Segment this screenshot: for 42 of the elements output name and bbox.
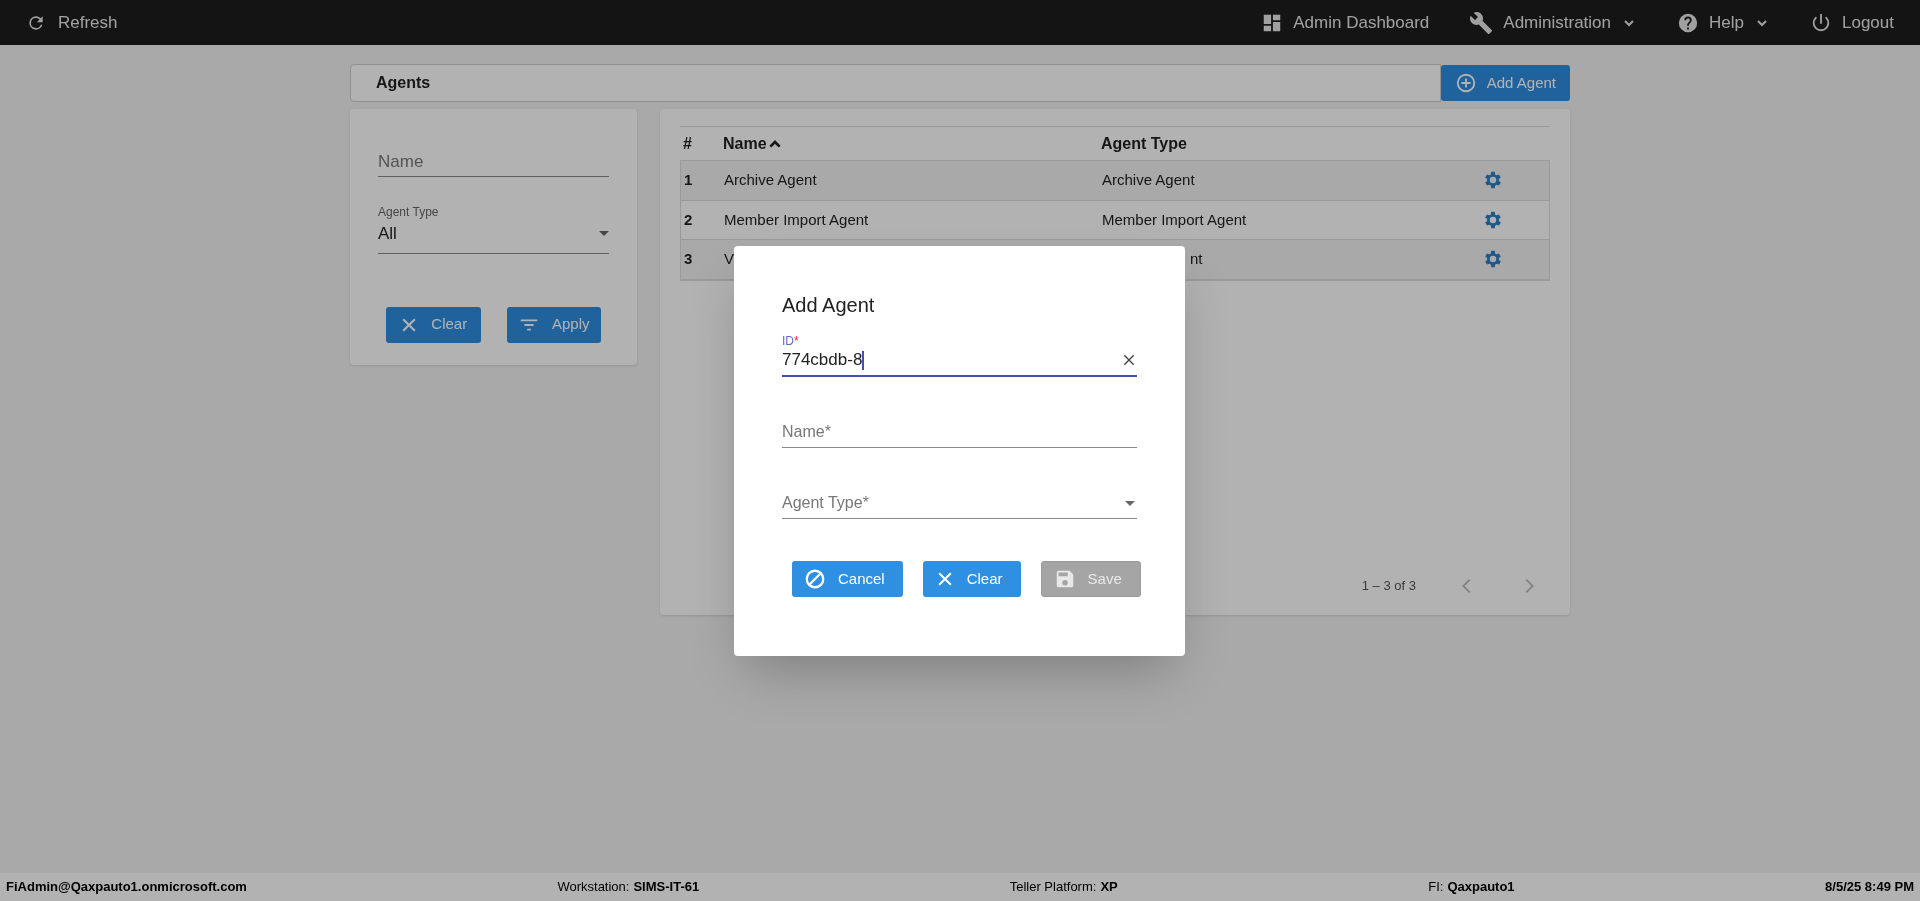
status-label: FI: xyxy=(1428,878,1444,897)
status-value: Qaxpauto1 xyxy=(1447,878,1515,897)
page-title: Agents xyxy=(376,73,431,93)
name-field[interactable]: Name xyxy=(378,147,609,177)
nav-menu-item[interactable]: Logout xyxy=(1810,9,1894,36)
status-label: Teller Platform: xyxy=(1009,878,1097,897)
help-icon xyxy=(1677,11,1700,34)
dialog-title: Add Agent xyxy=(782,293,876,318)
pagination-range: 1 – 3 of 3 xyxy=(1361,577,1416,596)
table-cell: nt xyxy=(1190,250,1203,267)
table-cell: Archive Agent xyxy=(724,171,817,188)
table-cell-text: 1 xyxy=(683,170,694,190)
column-header[interactable]: Name xyxy=(723,131,1101,156)
status-value: SIMS-IT-61 xyxy=(633,878,700,897)
dropdown-arrow-icon xyxy=(599,231,609,237)
cancel-icon xyxy=(804,568,826,590)
table-cell: V xyxy=(724,250,734,267)
table-cell: Member Import Agent xyxy=(1102,210,1247,228)
text-field[interactable]: Name* xyxy=(782,417,1137,448)
table-cell-text: 2 xyxy=(683,209,694,230)
column-header[interactable]: Agent Type xyxy=(1101,131,1550,156)
plus-circle-icon xyxy=(1454,72,1477,94)
table-row[interactable]: 1 Archive Agent Archive Agent xyxy=(681,161,1549,201)
agent-type-select[interactable]: Agent Type All xyxy=(378,203,609,254)
status-value: XP xyxy=(1100,878,1118,897)
agent-type-select[interactable]: Agent Type* xyxy=(782,488,1137,519)
dropdown-arrow-icon xyxy=(1125,500,1135,506)
refresh-button[interactable]: Refresh xyxy=(26,9,118,36)
table-cell: Archive Agent xyxy=(1102,171,1195,188)
table-cell-text: 3 xyxy=(683,249,694,269)
table-cell: Member Import Agent xyxy=(724,210,869,228)
status-label: Workstation: xyxy=(557,878,630,897)
nav-menu-item[interactable]: Admin Dashboard xyxy=(1261,9,1430,36)
power-icon xyxy=(1810,11,1832,34)
clear-icon[interactable] xyxy=(1121,352,1137,368)
wrench-icon xyxy=(1469,10,1494,35)
column-header[interactable]: # xyxy=(680,131,723,156)
nav-menu-item[interactable]: Help xyxy=(1677,9,1770,36)
text-field[interactable]: ID* 774cbdb-8 xyxy=(782,334,1137,377)
status-value: 8/5/25 8:49 PM xyxy=(1825,878,1914,897)
nav-menu-item[interactable]: Administration xyxy=(1469,9,1638,36)
status-value: FiAdmin@Qaxpauto1.onmicrosoft.com xyxy=(6,878,247,897)
